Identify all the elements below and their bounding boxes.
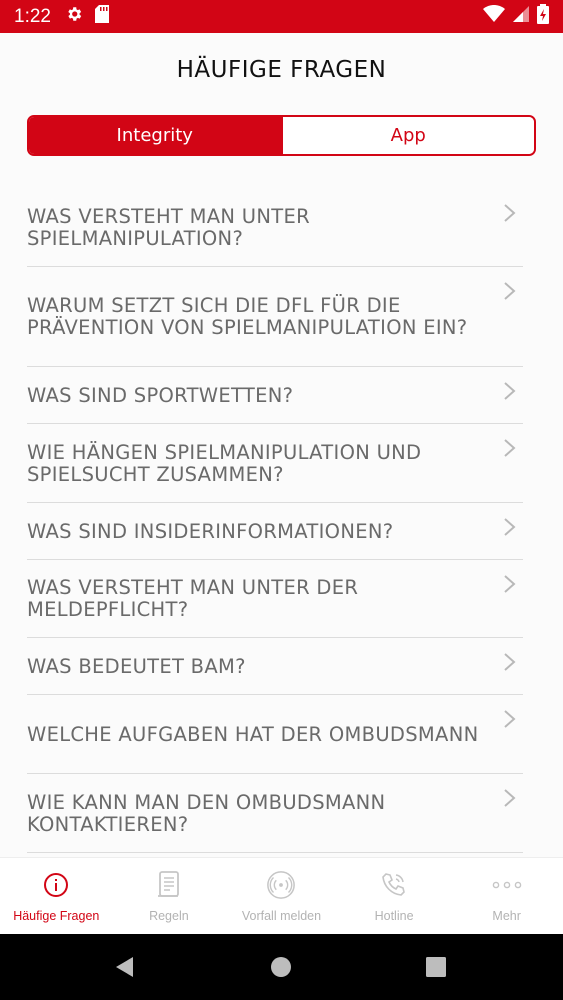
nav-item-regeln[interactable]: Regeln <box>113 858 226 934</box>
faq-question: WARUM SETZT SICH DIE DFL FÜR DIE PRÄVENT… <box>27 294 468 339</box>
app-content: HÄUFIGE FRAGEN Integrity App WAS VERSTEH… <box>0 33 563 857</box>
home-button[interactable] <box>251 934 311 1000</box>
more-icon <box>492 870 522 900</box>
faq-item[interactable]: WARUM SETZT SICH DIE DFL FÜR DIE PRÄVENT… <box>27 267 523 367</box>
wifi-icon <box>483 4 505 28</box>
chevron-right-icon <box>504 653 516 671</box>
faq-item[interactable]: WAS VERSTEHT MAN UNTER DER MELDEPFLICHT? <box>27 560 523 638</box>
segmented-control: Integrity App <box>27 115 536 156</box>
faq-question: WIE HÄNGEN SPIELMANIPULATION UND SPIELSU… <box>27 440 422 486</box>
faq-question: WAS SIND INSIDERINFORMATIONEN? <box>27 519 394 543</box>
signal-icon <box>513 6 529 27</box>
scroll-icon <box>154 870 184 900</box>
faq-question: WAS VERSTEHT MAN UNTER DER MELDEPFLICHT? <box>27 576 359 621</box>
back-icon <box>116 957 133 977</box>
faq-item[interactable]: WAS SIND SPORTWETTEN? <box>27 367 523 424</box>
nav-item-mehr[interactable]: Mehr <box>450 858 563 934</box>
faq-item[interactable]: WAS SIND INSIDERINFORMATIONEN? <box>27 503 523 560</box>
bottom-nav: Häufige Fragen Regeln Vorfall melden Hot… <box>0 857 563 934</box>
nav-label: Häufige Fragen <box>13 909 100 923</box>
info-icon <box>41 870 71 900</box>
nav-label: Vorfall melden <box>241 909 322 923</box>
faq-question: WAS VERSTEHT MAN UNTER SPIELMANIPULATION… <box>27 205 310 250</box>
segment-app[interactable]: App <box>280 117 534 154</box>
faq-question: WAS SIND SPORTWETTEN? <box>27 383 294 407</box>
gear-icon <box>65 5 83 28</box>
recents-button[interactable] <box>406 934 466 1000</box>
nav-label: Hotline <box>374 909 414 923</box>
back-button[interactable] <box>94 934 154 1000</box>
page-title: HÄUFIGE FRAGEN <box>176 57 387 83</box>
faq-list: WAS VERSTEHT MAN UNTER SPIELMANIPULATION… <box>27 189 523 853</box>
faq-item[interactable]: WAS VERSTEHT MAN UNTER SPIELMANIPULATION… <box>27 189 523 267</box>
faq-question: WIE KANN MAN DEN OMBUDSMANN KONTAKTIEREN… <box>27 790 386 836</box>
chevron-right-icon <box>504 282 516 300</box>
nav-item-hotline[interactable]: Hotline <box>338 858 451 934</box>
nav-item-vorfall[interactable]: Vorfall melden <box>225 858 338 934</box>
segment-integrity[interactable]: Integrity <box>29 117 281 154</box>
chevron-right-icon <box>504 710 516 728</box>
nav-label: Mehr <box>492 909 521 923</box>
faq-question: WAS BEDEUTET BAM? <box>27 654 246 678</box>
chevron-right-icon <box>504 439 516 457</box>
nav-label: Regeln <box>149 909 189 923</box>
faq-item[interactable]: WELCHE AUFGABEN HAT DER OMBUDSMANN <box>27 695 523 774</box>
chevron-right-icon <box>504 204 516 222</box>
faq-question: WELCHE AUFGABEN HAT DER OMBUDSMANN <box>27 722 479 746</box>
status-time: 1:22 <box>14 5 51 27</box>
phone-icon <box>379 870 409 900</box>
chevron-right-icon <box>504 789 516 807</box>
system-nav-bar <box>0 934 563 1000</box>
battery-icon <box>537 4 549 29</box>
sd-card-icon <box>94 5 109 28</box>
faq-item[interactable]: WIE KANN MAN DEN OMBUDSMANN KONTAKTIEREN… <box>27 774 523 853</box>
chevron-right-icon <box>504 382 516 400</box>
faq-item[interactable]: WAS BEDEUTET BAM? <box>27 638 523 695</box>
status-bar: 1:22 <box>0 0 563 33</box>
broadcast-icon <box>266 870 296 900</box>
chevron-right-icon <box>504 575 516 593</box>
home-icon <box>271 957 291 977</box>
recents-icon <box>426 957 446 977</box>
chevron-right-icon <box>504 518 516 536</box>
faq-item[interactable]: WIE HÄNGEN SPIELMANIPULATION UND SPIELSU… <box>27 424 523 503</box>
nav-item-faq[interactable]: Häufige Fragen <box>0 858 113 934</box>
